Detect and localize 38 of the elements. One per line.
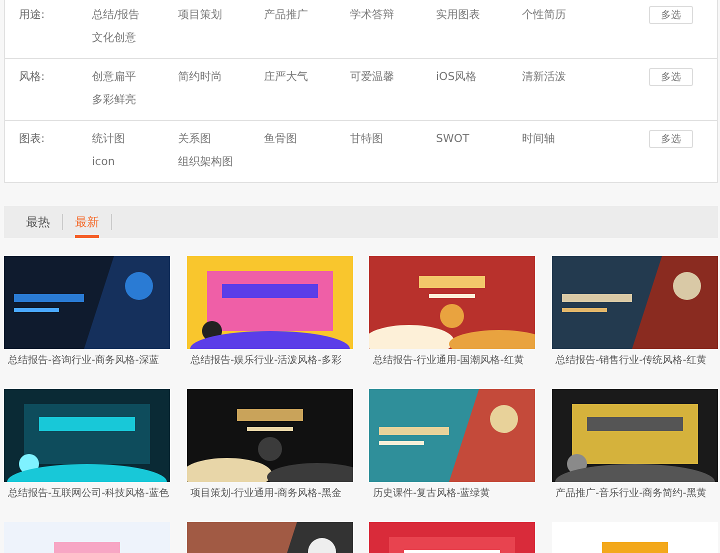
multi-select-button[interactable]: 多选: [649, 130, 693, 148]
filter-option[interactable]: 可爱温馨: [350, 65, 436, 88]
template-caption[interactable]: 总结报告-销售行业-传统风格-红黄: [552, 354, 718, 368]
template-caption[interactable]: 总结报告-娱乐行业-活泼风格-多彩: [186, 354, 352, 368]
filter-option[interactable]: SWOT: [436, 127, 522, 150]
sort-tab[interactable]: 最新: [75, 206, 99, 238]
multi-select-button[interactable]: 多选: [649, 68, 693, 86]
filter-option[interactable]: 鱼骨图: [264, 127, 350, 150]
multi-select-button[interactable]: 多选: [649, 6, 693, 24]
template-caption[interactable]: 历史课件-复古风格-蓝绿黄: [369, 487, 535, 501]
filter-option[interactable]: iOS风格: [436, 65, 522, 88]
template-caption[interactable]: 总结报告-咨询行业-商务风格-深蓝: [4, 354, 170, 368]
filter-option[interactable]: 简约时尚: [178, 65, 264, 88]
template-caption[interactable]: 总结报告-互联网公司-科技风格-蓝色: [4, 487, 170, 501]
sort-tab[interactable]: 最热: [26, 206, 50, 238]
filter-option[interactable]: 实用图表: [436, 3, 522, 26]
filter-option[interactable]: icon: [92, 150, 178, 173]
filter-option[interactable]: 学术答辩: [350, 3, 436, 26]
filter-option[interactable]: 文化创意: [92, 26, 178, 49]
filter-option[interactable]: 总结/报告: [92, 3, 178, 26]
filter-option[interactable]: 产品推广: [264, 3, 350, 26]
filter-option[interactable]: 多彩鲜亮: [92, 88, 178, 111]
filter-label: 风格:: [18, 69, 46, 85]
template-caption[interactable]: 项目策划-行业通用-商务风格-黑金: [186, 487, 352, 501]
filter-option[interactable]: 统计图: [92, 127, 178, 150]
filter-option[interactable]: 项目策划: [178, 3, 264, 26]
template-caption[interactable]: 总结报告-行业通用-国潮风格-红黄: [369, 354, 535, 368]
filter-option[interactable]: 庄严大气: [264, 65, 350, 88]
filter-option[interactable]: 创意扁平: [92, 65, 178, 88]
filter-label: 图表:: [18, 131, 46, 147]
filter-option[interactable]: 关系图: [178, 127, 264, 150]
filter-option[interactable]: 甘特图: [350, 127, 436, 150]
filter-label: 用途:: [18, 7, 46, 23]
filter-option[interactable]: 清新活泼: [522, 65, 608, 88]
filter-option[interactable]: 时间轴: [522, 127, 608, 150]
template-caption[interactable]: 产品推广-音乐行业-商务简约-黑黄: [552, 487, 718, 501]
filter-option[interactable]: 个性简历: [522, 3, 608, 26]
filter-option[interactable]: 组织架构图: [178, 150, 264, 173]
